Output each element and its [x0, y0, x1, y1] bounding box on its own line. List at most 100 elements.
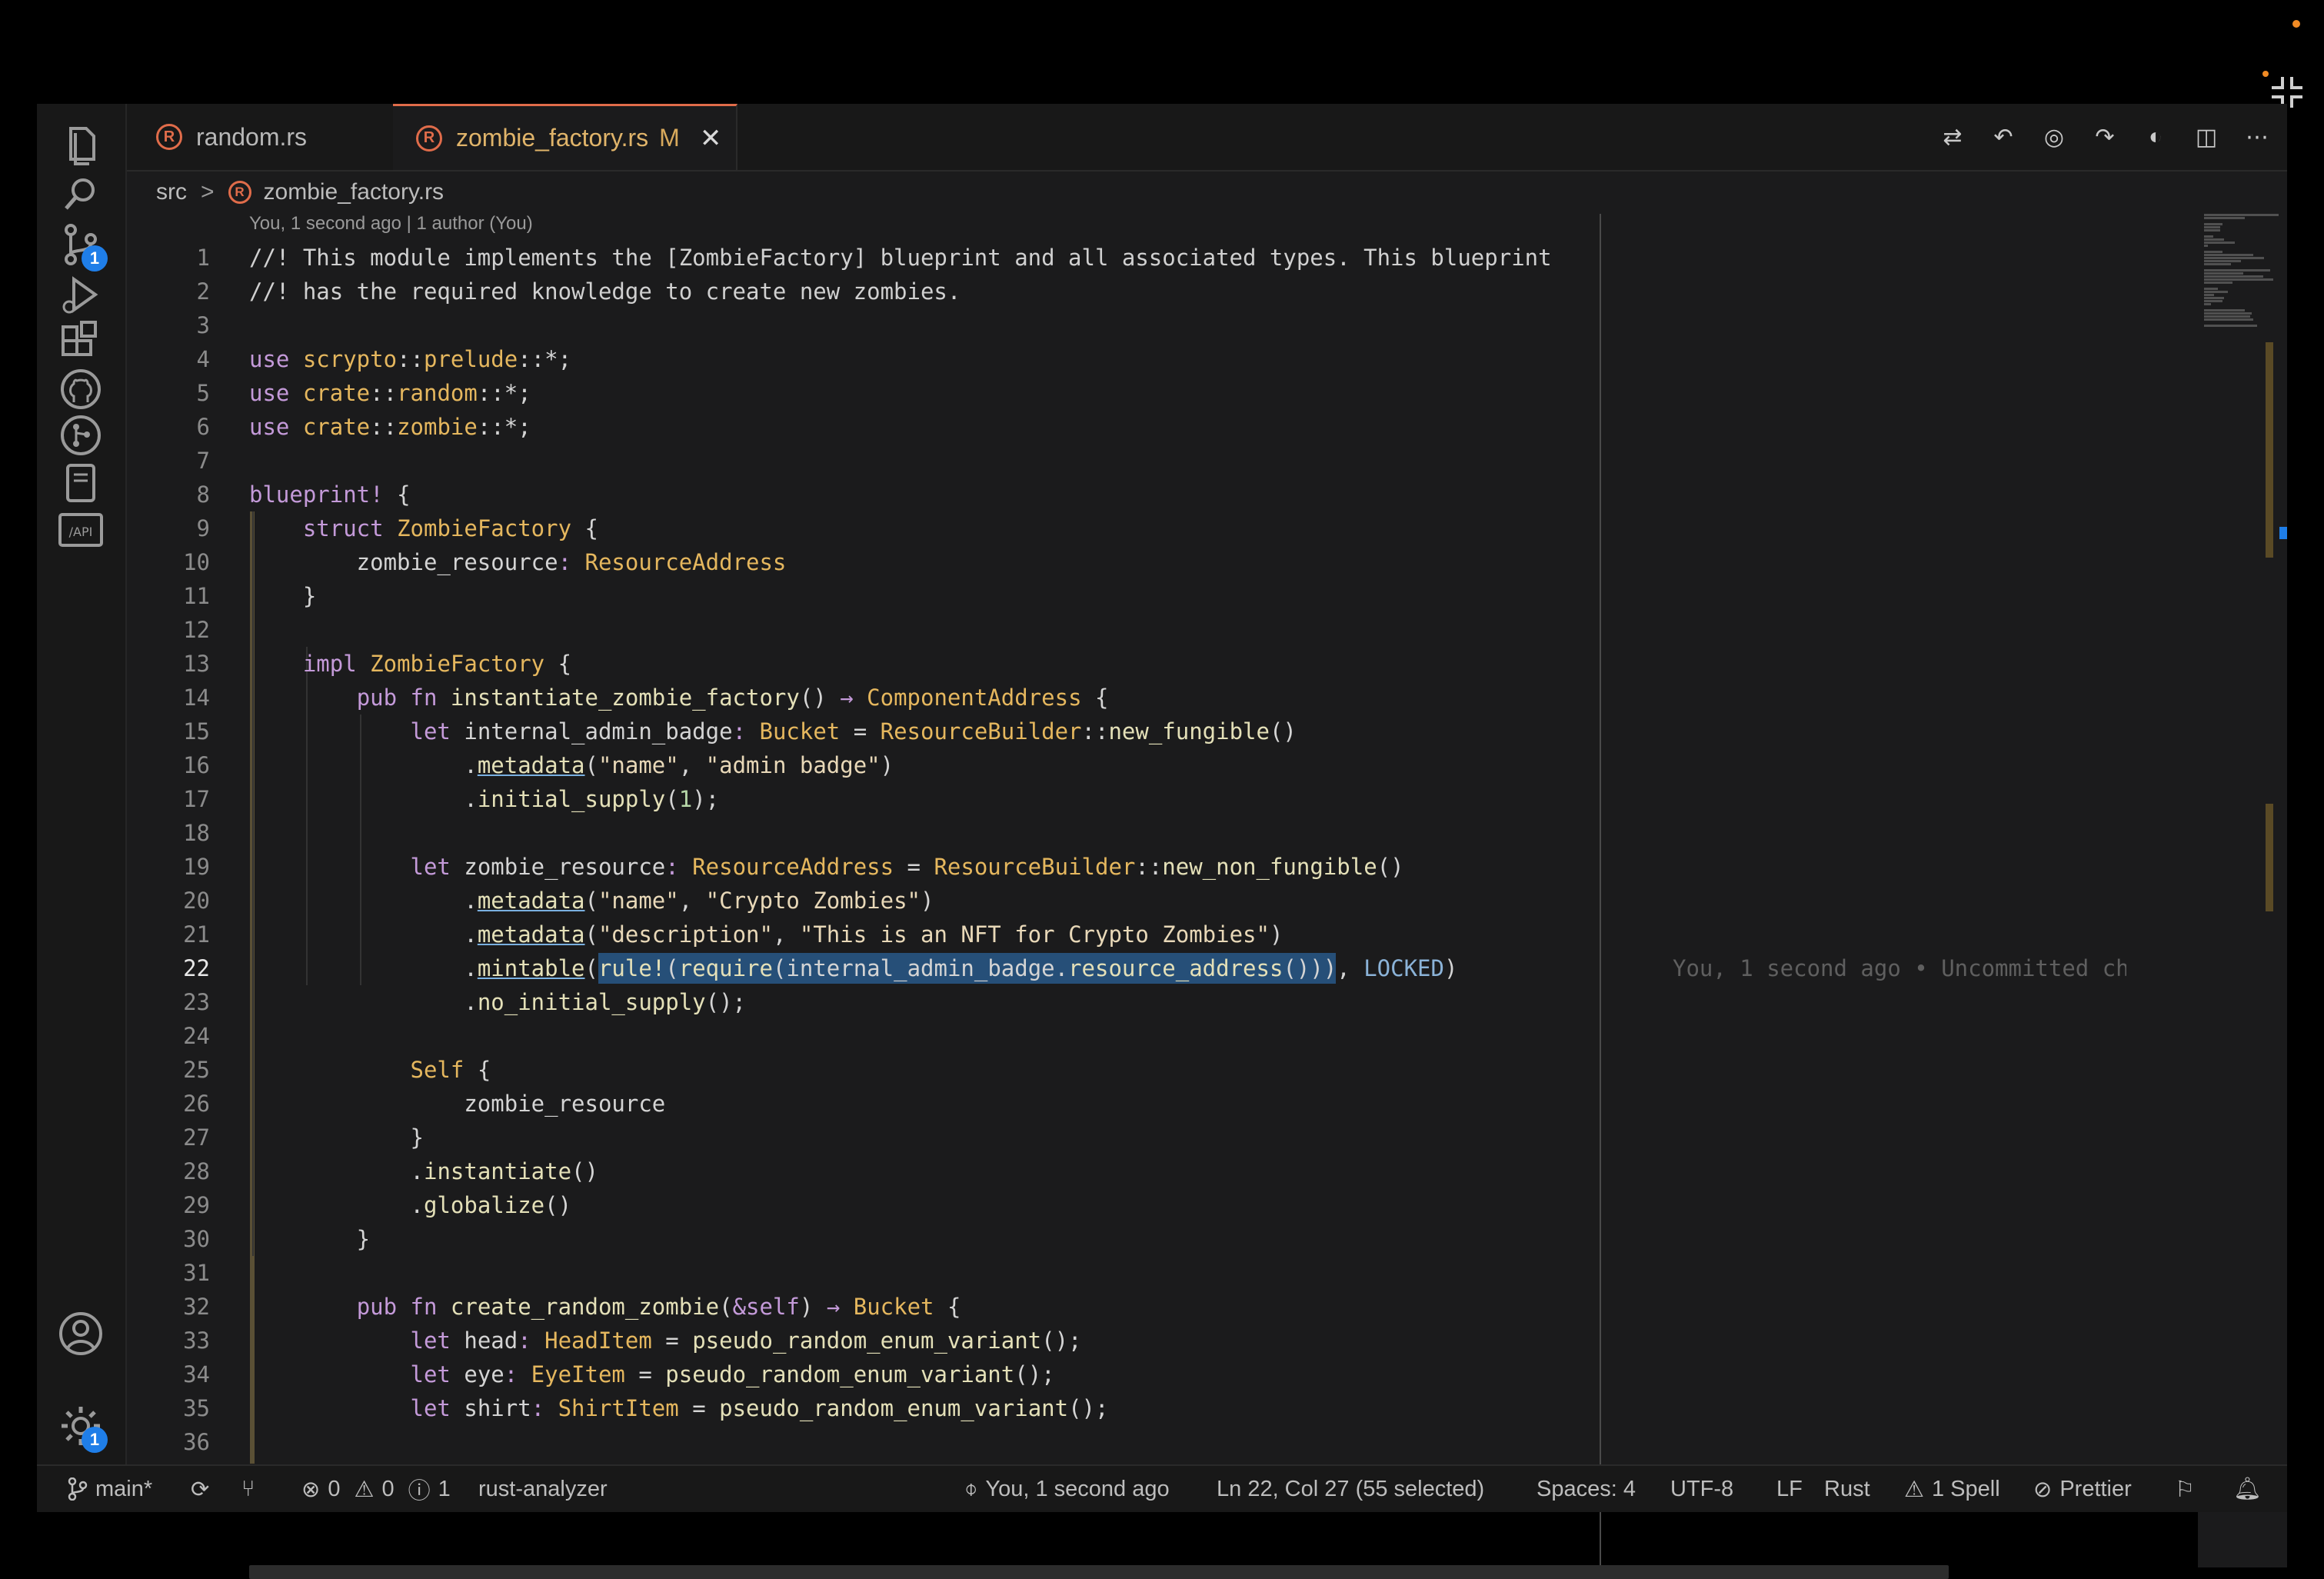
go-back-icon[interactable]: ↶	[1989, 122, 2018, 152]
code-line[interactable]: 17 .initial_supply(1);	[127, 782, 2126, 816]
code-line[interactable]: 16 .metadata("name", "admin badge")	[127, 748, 2126, 782]
code-line[interactable]: 8 blueprint! {	[127, 478, 2126, 511]
code-line[interactable]: 28 .instantiate()	[127, 1154, 2126, 1188]
line-number: 33	[183, 1327, 210, 1354]
code-line[interactable]: 1 //! This module implements the [ZombieF…	[127, 241, 2126, 275]
line-number: 15	[183, 718, 210, 745]
line-text: blueprint! {	[249, 481, 411, 508]
prettier-status[interactable]: ⊘ Prettier	[2033, 1466, 2132, 1512]
line-text: }	[249, 1226, 371, 1252]
code-line[interactable]: 9 struct ZombieFactory {	[127, 511, 2126, 545]
extensions-icon[interactable]	[55, 318, 106, 368]
code-line[interactable]: 29 .globalize()	[127, 1188, 2126, 1222]
code-line[interactable]: 31	[127, 1256, 2126, 1290]
code-line[interactable]: 26 zombie_resource	[127, 1087, 2126, 1121]
code-line[interactable]: 34 let eye: EyeItem = pseudo_random_enum…	[127, 1357, 2126, 1391]
codelens-blame[interactable]: You, 1 second ago | 1 author (You)	[249, 213, 533, 235]
breadcrumb-file[interactable]: zombie_factory.rs	[264, 179, 444, 205]
code-line[interactable]: 23 .no_initial_supply();	[127, 985, 2126, 1019]
horizontal-scrollbar[interactable]	[249, 1565, 1949, 1579]
cursor-position[interactable]: Ln 22, Col 27 (55 selected)	[1217, 1466, 1484, 1512]
line-text: zombie_resource	[249, 1091, 666, 1117]
line-text: .metadata("description", "This is an NFT…	[249, 921, 1284, 948]
source-control-badge: 1	[82, 245, 108, 271]
blame-status[interactable]: ⌽ You, 1 second ago	[964, 1466, 1170, 1512]
formatter-name: Prettier	[2059, 1476, 2132, 1501]
spell-status[interactable]: ⚠ 1 Spell	[1904, 1466, 2000, 1512]
line-text: let head: HeadItem = pseudo_random_enum_…	[410, 1327, 1082, 1354]
tab-random-rs[interactable]: R random.rs	[127, 104, 393, 170]
split-editor-icon[interactable]: ◫	[2192, 122, 2221, 152]
code-line[interactable]: 15 let internal_admin_badge: Bucket = Re…	[127, 715, 2126, 748]
minimap-line	[2204, 309, 2245, 311]
tab-label: zombie_factory.rs	[456, 124, 649, 152]
code-line[interactable]: 22 .mintable(rule!(require(internal_admi…	[127, 951, 2126, 985]
code-line[interactable]: 27 }	[127, 1121, 2126, 1154]
code-line[interactable]: 14 pub fn instantiate_zombie_factory() →…	[127, 681, 2126, 715]
code-line[interactable]: 7	[127, 444, 2126, 478]
tab-bar: R random.rs R zombie_factory.rs M ✕ ⇄ ↶ …	[127, 104, 2287, 172]
end-of-line[interactable]: LF	[1776, 1466, 1803, 1512]
code-line[interactable]: 19 let zombie_resource: ResourceAddress …	[127, 850, 2126, 884]
code-line[interactable]: 18	[127, 816, 2126, 850]
code-line[interactable]: 25 Self {	[127, 1053, 2126, 1087]
code-line[interactable]: 2 //! has the required knowledge to creat…	[127, 275, 2126, 308]
code-line[interactable]: 10 zombie_resource: ResourceAddress	[127, 545, 2126, 579]
run-debug-icon[interactable]	[55, 270, 106, 321]
git-graph-status-icon[interactable]: ⑂	[241, 1466, 255, 1512]
minimap-line	[2204, 303, 2211, 305]
search-icon[interactable]	[55, 168, 106, 219]
code-line[interactable]: 13 impl ZombieFactory {	[127, 647, 2126, 681]
code-line[interactable]: 11 }	[127, 579, 2126, 613]
line-text: use crate::random::*;	[249, 380, 531, 406]
settings-gear-icon[interactable]: 1	[55, 1401, 108, 1453]
branch-name: main*	[95, 1476, 153, 1501]
branch-status[interactable]: main*	[68, 1466, 152, 1512]
commit-icon[interactable]: ◎	[2039, 122, 2069, 152]
feedback-icon[interactable]: ⚐	[2175, 1466, 2195, 1512]
open-changes-icon[interactable]: ⇄	[1938, 122, 1967, 152]
minimap[interactable]	[2198, 214, 2287, 1567]
git-graph-icon[interactable]	[55, 410, 106, 461]
notifications-bell-icon[interactable]: 🔔︎	[2233, 1466, 2262, 1512]
language-server-status[interactable]: rust-analyzer	[478, 1466, 608, 1512]
notebook-icon[interactable]	[55, 458, 106, 508]
code-line[interactable]: 35 let shirt: ShirtItem = pseudo_random_…	[127, 1391, 2126, 1425]
code-line[interactable]: 36	[127, 1425, 2126, 1459]
code-line[interactable]: 37 let skin_color: Color = pseudo_random…	[127, 1459, 2126, 1464]
line-number: 1	[196, 245, 210, 271]
code-line[interactable]: 6 use crate::zombie::*;	[127, 410, 2126, 444]
github-icon[interactable]	[55, 364, 106, 415]
api-icon[interactable]: /API	[55, 504, 106, 555]
breadcrumb-folder[interactable]: src	[156, 179, 187, 205]
minimap-line	[2204, 325, 2257, 327]
timeline-icon[interactable]: ◐	[2141, 122, 2170, 152]
encoding[interactable]: UTF-8	[1670, 1466, 1733, 1512]
language-mode[interactable]: Rust	[1824, 1466, 1870, 1512]
code-line[interactable]: 33 let head: HeadItem = pseudo_random_en…	[127, 1324, 2126, 1357]
indentation[interactable]: Spaces: 4	[1537, 1466, 1636, 1512]
code-line[interactable]: 30 }	[127, 1222, 2126, 1256]
code-line[interactable]: 3	[127, 308, 2126, 342]
code-line[interactable]: 24	[127, 1019, 2126, 1053]
close-icon[interactable]: ✕	[700, 123, 722, 154]
explorer-icon[interactable]	[55, 121, 106, 172]
code-line[interactable]: 20 .metadata("name", "Crypto Zombies")	[127, 884, 2126, 918]
sync-icon[interactable]: ⟳	[191, 1466, 209, 1512]
tab-zombie-factory-rs[interactable]: R zombie_factory.rs M ✕	[393, 104, 737, 170]
code-editor[interactable]: 1 //! This module implements the [ZombieF…	[127, 241, 2126, 1464]
more-actions-icon[interactable]: ⋯	[2242, 122, 2272, 152]
line-text: }	[249, 1124, 424, 1151]
go-forward-icon[interactable]: ↷	[2090, 122, 2119, 152]
source-control-icon[interactable]: 1	[55, 219, 108, 271]
minimap-line	[2204, 260, 2241, 262]
code-line[interactable]: 21 .metadata("description", "This is an …	[127, 918, 2126, 951]
code-line[interactable]: 32 pub fn create_random_zombie(&self) → …	[127, 1290, 2126, 1324]
problems-status[interactable]: ⊗ 0 ⚠ 0 ⓘ 1	[301, 1466, 451, 1512]
code-line[interactable]: 12	[127, 613, 2126, 647]
code-line[interactable]: 4 use scrypto::prelude::*;	[127, 342, 2126, 376]
line-text: .instantiate()	[249, 1158, 598, 1184]
minimap-line	[2204, 217, 2245, 219]
account-icon[interactable]	[55, 1308, 106, 1359]
code-line[interactable]: 5 use crate::random::*;	[127, 376, 2126, 410]
